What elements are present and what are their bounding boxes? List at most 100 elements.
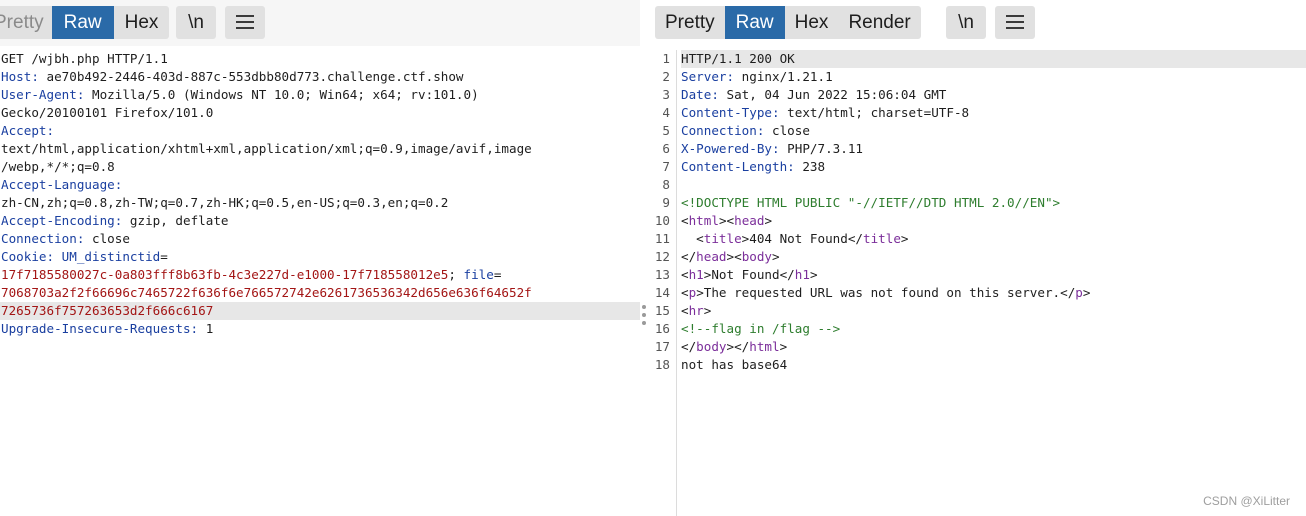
response-token: nginx/1.21.1 [734,69,833,84]
response-token: body [696,339,727,354]
response-tab-hex[interactable]: Hex [785,6,839,39]
response-token: Content-Type: [681,105,780,120]
request-newline-toggle[interactable]: \n [176,6,216,39]
line-number: 5 [662,123,670,138]
response-token: text/html; charset=UTF-8 [779,105,970,120]
http-message-viewer: Pretty Raw Hex \n GET /wjbh.php HTTP/1.1… [0,0,1306,516]
response-token: < [681,213,689,228]
request-line: zh-CN,zh;q=0.8,zh-TW;q=0.7,zh-HK;q=0.5,e… [0,194,640,212]
request-pane: Pretty Raw Hex \n GET /wjbh.php HTTP/1.1… [0,0,640,516]
hamburger-menu-icon [1006,15,1024,30]
request-token: zh-CN,zh;q=0.8,zh-TW;q=0.7,zh-HK;q=0.5,e… [1,195,449,210]
request-line: User-Agent: Mozilla/5.0 (Windows NT 10.0… [0,86,640,104]
line-number: 11 [654,231,670,246]
line-number-gutter: 1 2 3 4 5 6 7 8 9 10 11 12 13 14 15 16 17 18 [648,50,677,516]
request-tab-pretty[interactable]: Pretty [0,6,52,39]
request-token: UM_distinctid [61,249,161,264]
response-line: </body></html> [681,338,1306,356]
response-pane: Pretty Raw Hex Render \n 1 2 3 4 5 6 7 8 9 10 11 12… [648,0,1306,516]
response-token: > [1082,285,1091,300]
request-token: ; [448,267,464,282]
request-line: /webp,*/*;q=0.8 [0,158,640,176]
response-line: Server: nginx/1.21.1 [681,68,1306,86]
request-tab-hex[interactable]: Hex [114,6,170,39]
response-tab-raw[interactable]: Raw [724,6,785,39]
response-tab-render[interactable]: Render [838,6,920,39]
response-newline-toggle[interactable]: \n [946,6,986,39]
request-line: Gecko/20100101 Firefox/101.0 [0,104,640,122]
response-line: X-Powered-By: PHP/7.3.11 [681,140,1306,158]
request-tab-raw[interactable]: Raw [51,6,114,39]
response-token: > [779,339,788,354]
request-token: User-Agent: [1,87,85,102]
response-token: PHP/7.3.11 [779,141,863,156]
response-token: </ [681,339,697,354]
line-number: 17 [654,339,670,354]
response-token: HTTP/1.1 200 OK [681,51,795,66]
response-line: not has base64 [681,356,1306,374]
request-line: text/html,application/xhtml+xml,applicat… [0,140,640,158]
response-editor[interactable]: HTTP/1.1 200 OK Server: nginx/1.21.1 Date:… [681,50,1306,374]
request-line: Accept: [0,122,640,140]
request-token: close [84,231,130,246]
response-line: <title>404 Not Found</title> [681,230,1306,248]
request-token: Mozilla/5.0 (Windows NT 10.0; Win64; x64… [84,87,479,102]
response-token: >Not Found</ [703,267,795,282]
response-line: <!DOCTYPE HTML PUBLIC "-//IETF//DTD HTML… [681,194,1306,212]
response-token: head [734,213,765,228]
response-token: ></ [726,339,750,354]
request-token: ae70b492-2446-403d-887c-553dbb80d773.cha… [38,69,464,84]
response-menu-button[interactable] [995,6,1035,39]
response-token: < [681,303,689,318]
response-token: > [703,303,712,318]
line-number: 14 [654,285,670,300]
request-line: 7265736f757263653d2f666c6167 [0,302,640,320]
response-token: > [900,231,909,246]
response-token: < [681,231,704,246]
request-view-tabs: Pretty Raw Hex [0,6,170,39]
response-token: head [696,249,727,264]
response-token: >The requested URL was not found on this… [696,285,1076,300]
request-menu-button[interactable] [225,6,265,39]
response-token: h1 [688,267,704,282]
response-token: h1 [794,267,810,282]
response-line: </head><body> [681,248,1306,266]
request-line: Upgrade-Insecure-Requests: 1 [0,320,640,338]
request-token: Host: [1,69,39,84]
line-number: 18 [654,357,670,372]
pane-splitter[interactable] [640,0,648,516]
request-token: 17f7185580027c-0a803fff8b63fb-4c3e227d-e… [1,267,449,282]
response-view-tabs: Pretty Raw Hex Render [655,6,921,39]
response-line: Content-Type: text/html; charset=UTF-8 [681,104,1306,122]
response-token: hr [688,303,704,318]
response-token: p [1075,285,1083,300]
request-line: 17f7185580027c-0a803fff8b63fb-4c3e227d-e… [0,266,640,284]
response-line: Connection: close [681,122,1306,140]
line-number: 3 [662,87,670,102]
request-token: 1 [198,321,214,336]
request-token: 7265736f757263653d2f666c6167 [1,303,214,318]
request-token: text/html,application/xhtml+xml,applicat… [1,141,532,156]
splitter-grip-icon [642,305,646,309]
request-token: Cookie: [1,249,55,264]
line-number: 7 [662,159,670,174]
hamburger-menu-icon [236,15,254,30]
line-number: 1 [662,51,670,66]
request-line: Accept-Language: [0,176,640,194]
response-line: < p>The requested URL was not found on th… [681,284,1306,302]
line-number: 8 [662,177,670,192]
line-number: 12 [654,249,670,264]
response-token: 238 [794,159,826,174]
response-token: >< [726,249,742,264]
request-editor[interactable]: GET /wjbh.php HTTP/1.1 Host: ae70b492-244… [0,50,640,338]
line-number: 16 [654,321,670,336]
response-tab-pretty[interactable]: Pretty [655,6,725,39]
response-token: not has base64 [681,357,788,372]
response-token: html [688,213,719,228]
response-token: < [681,285,689,300]
response-token: >404 Not Found</ [741,231,863,246]
response-token: Server: [681,69,735,84]
splitter-grip-dot [642,321,646,325]
request-token: = [493,267,502,282]
response-line: <html><head> [681,212,1306,230]
